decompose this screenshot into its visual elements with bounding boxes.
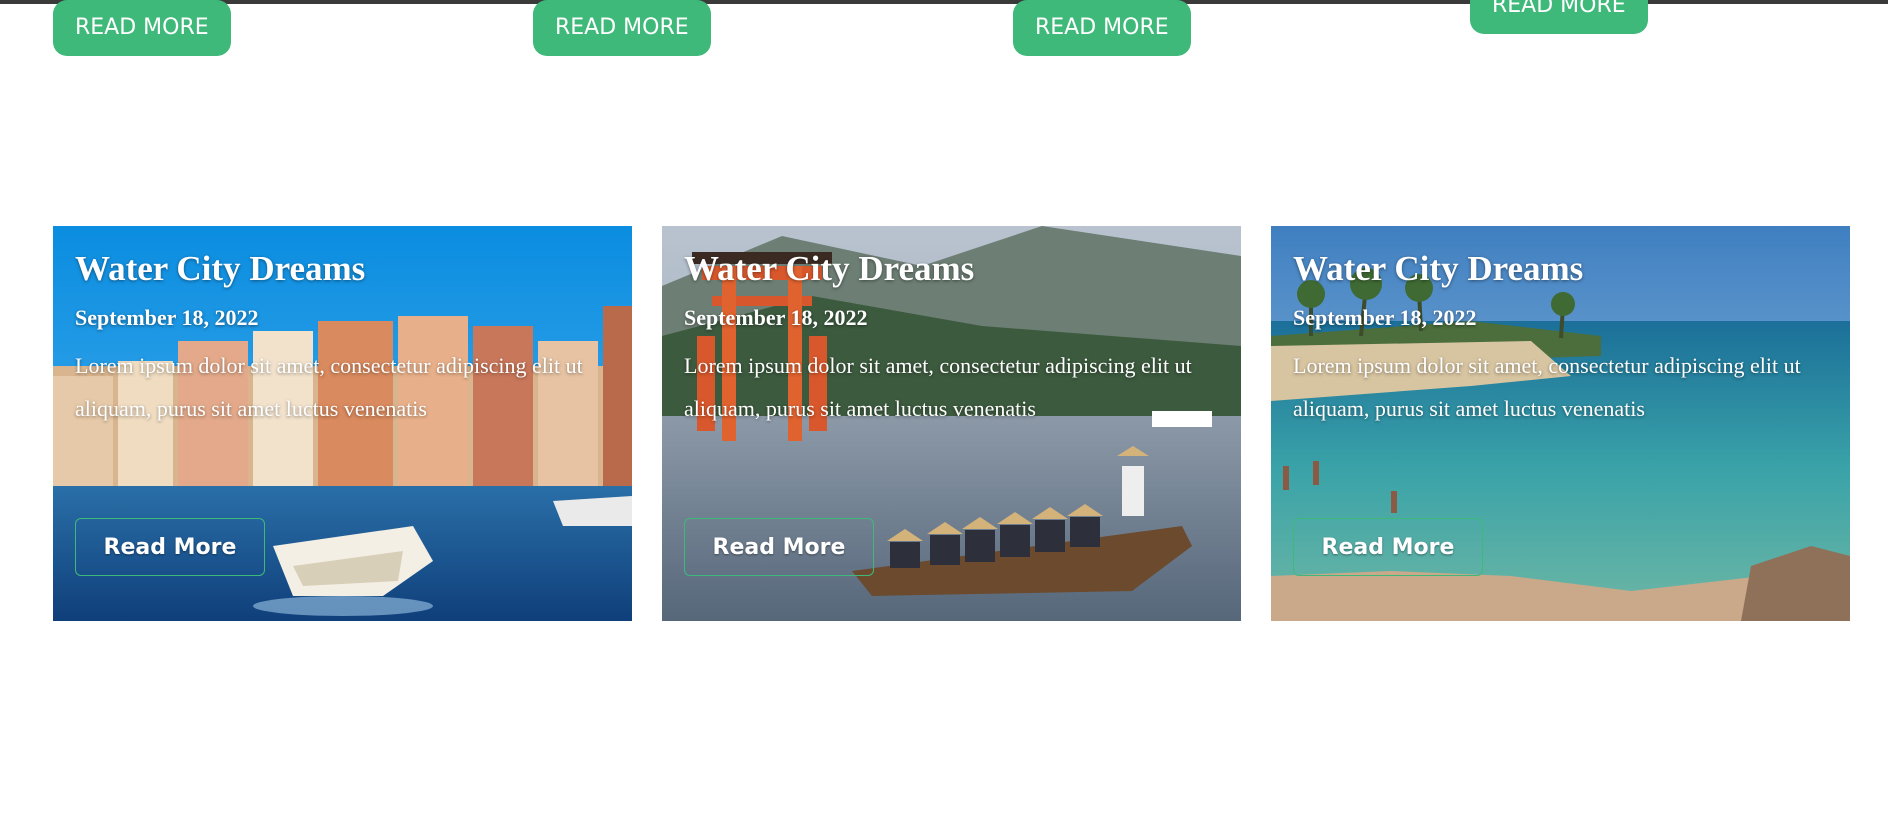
card-date: September 18, 2022 [684,305,868,330]
card-title: Water City Dreams [684,249,975,288]
card-title: Water City Dreams [75,249,366,288]
card-content-2: Water City Dreams September 18, 2022 Lor… [684,248,1221,430]
card-text: Lorem ipsum dolor sit amet, consectetur … [684,353,1192,421]
card-content-3: Water City Dreams September 18, 2022 Lor… [1293,248,1830,430]
card-read-more-button[interactable]: Read More [1293,518,1483,576]
card-content-1: Water City Dreams September 18, 2022 Lor… [75,248,612,430]
read-more-button-2[interactable]: READ MORE [533,0,711,56]
blog-card-3[interactable]: Water City Dreams September 18, 2022 Lor… [1271,226,1850,621]
card-text: Lorem ipsum dolor sit amet, consectetur … [1293,353,1801,421]
blog-card-2[interactable]: Water City Dreams September 18, 2022 Lor… [662,226,1241,621]
blog-card-1[interactable]: Water City Dreams September 18, 2022 Lor… [53,226,632,621]
card-text: Lorem ipsum dolor sit amet, consectetur … [75,353,583,421]
card-read-more-button[interactable]: Read More [684,518,874,576]
read-more-button-1[interactable]: READ MORE [53,0,231,56]
card-date: September 18, 2022 [1293,305,1477,330]
read-more-button-4[interactable]: READ MORE [1470,0,1648,34]
read-more-button-3[interactable]: READ MORE [1013,0,1191,56]
card-date: September 18, 2022 [75,305,259,330]
card-title: Water City Dreams [1293,249,1584,288]
card-read-more-button[interactable]: Read More [75,518,265,576]
